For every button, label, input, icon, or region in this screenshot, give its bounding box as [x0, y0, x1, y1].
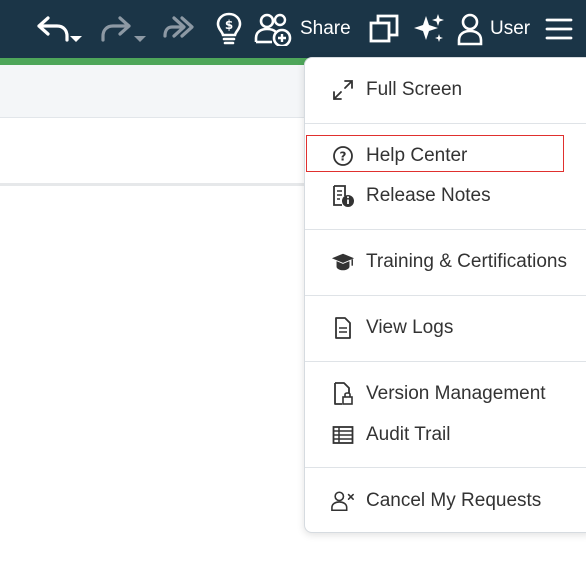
insights-button[interactable]: $	[212, 8, 246, 50]
main-dropdown-menu: Full Screen ? Help Center Release Notes	[304, 57, 586, 533]
log-file-icon	[331, 316, 355, 340]
share-label: Share	[300, 18, 351, 39]
document-lock-icon	[331, 382, 355, 406]
table-grid-icon	[331, 423, 355, 447]
sparkle-icon	[414, 14, 444, 42]
redo-icon	[101, 16, 146, 42]
top-toolbar: $ Share User	[0, 0, 586, 58]
user-button[interactable]: User	[456, 8, 536, 50]
window-copy-icon	[369, 14, 399, 43]
document-info-icon	[331, 184, 355, 208]
undo-icon	[37, 16, 82, 42]
menu-item-label: Training & Certifications	[366, 251, 567, 272]
menu-divider	[305, 229, 586, 230]
menu-item-label: Full Screen	[366, 79, 463, 100]
menu-item-label: Help Center	[366, 145, 468, 166]
graduation-cap-icon	[331, 250, 355, 274]
menu-divider	[305, 123, 586, 124]
menu-item-help-center[interactable]: ? Help Center	[305, 136, 586, 176]
double-forward-icon	[163, 16, 194, 38]
share-users-icon	[254, 13, 292, 46]
hamburger-menu-icon	[545, 18, 573, 40]
menu-item-version-management[interactable]: Version Management	[305, 374, 586, 414]
ai-assistant-button[interactable]	[410, 8, 448, 50]
window-copy-button[interactable]	[366, 8, 402, 50]
svg-text:?: ?	[340, 150, 347, 164]
redo-button[interactable]	[98, 8, 148, 50]
menu-item-label: View Logs	[366, 317, 454, 338]
menu-item-full-screen[interactable]: Full Screen	[305, 70, 586, 110]
menu-item-release-notes[interactable]: Release Notes	[305, 176, 586, 216]
undo-button[interactable]	[34, 8, 84, 50]
main-menu-button[interactable]	[543, 8, 575, 50]
share-button[interactable]: Share	[254, 8, 354, 50]
menu-item-cancel-my-requests[interactable]: Cancel My Requests	[305, 481, 586, 521]
forward-all-button[interactable]	[160, 8, 200, 50]
menu-item-label: Cancel My Requests	[366, 490, 542, 511]
menu-divider	[305, 361, 586, 362]
svg-text:$: $	[225, 18, 233, 32]
user-label: User	[490, 18, 531, 39]
menu-item-label: Audit Trail	[366, 424, 451, 445]
menu-item-label: Version Management	[366, 383, 546, 404]
menu-item-view-logs[interactable]: View Logs	[305, 308, 586, 348]
user-icon	[457, 13, 483, 46]
user-cancel-icon	[331, 489, 355, 513]
menu-divider	[305, 467, 586, 468]
menu-item-audit-trail[interactable]: Audit Trail	[305, 415, 586, 455]
menu-item-label: Release Notes	[366, 185, 491, 206]
question-circle-icon: ?	[331, 144, 355, 168]
menu-item-training-certifications[interactable]: Training & Certifications	[305, 242, 586, 282]
menu-divider	[305, 295, 586, 296]
lightbulb-dollar-icon: $	[216, 12, 242, 45]
expand-arrows-icon	[331, 78, 355, 102]
